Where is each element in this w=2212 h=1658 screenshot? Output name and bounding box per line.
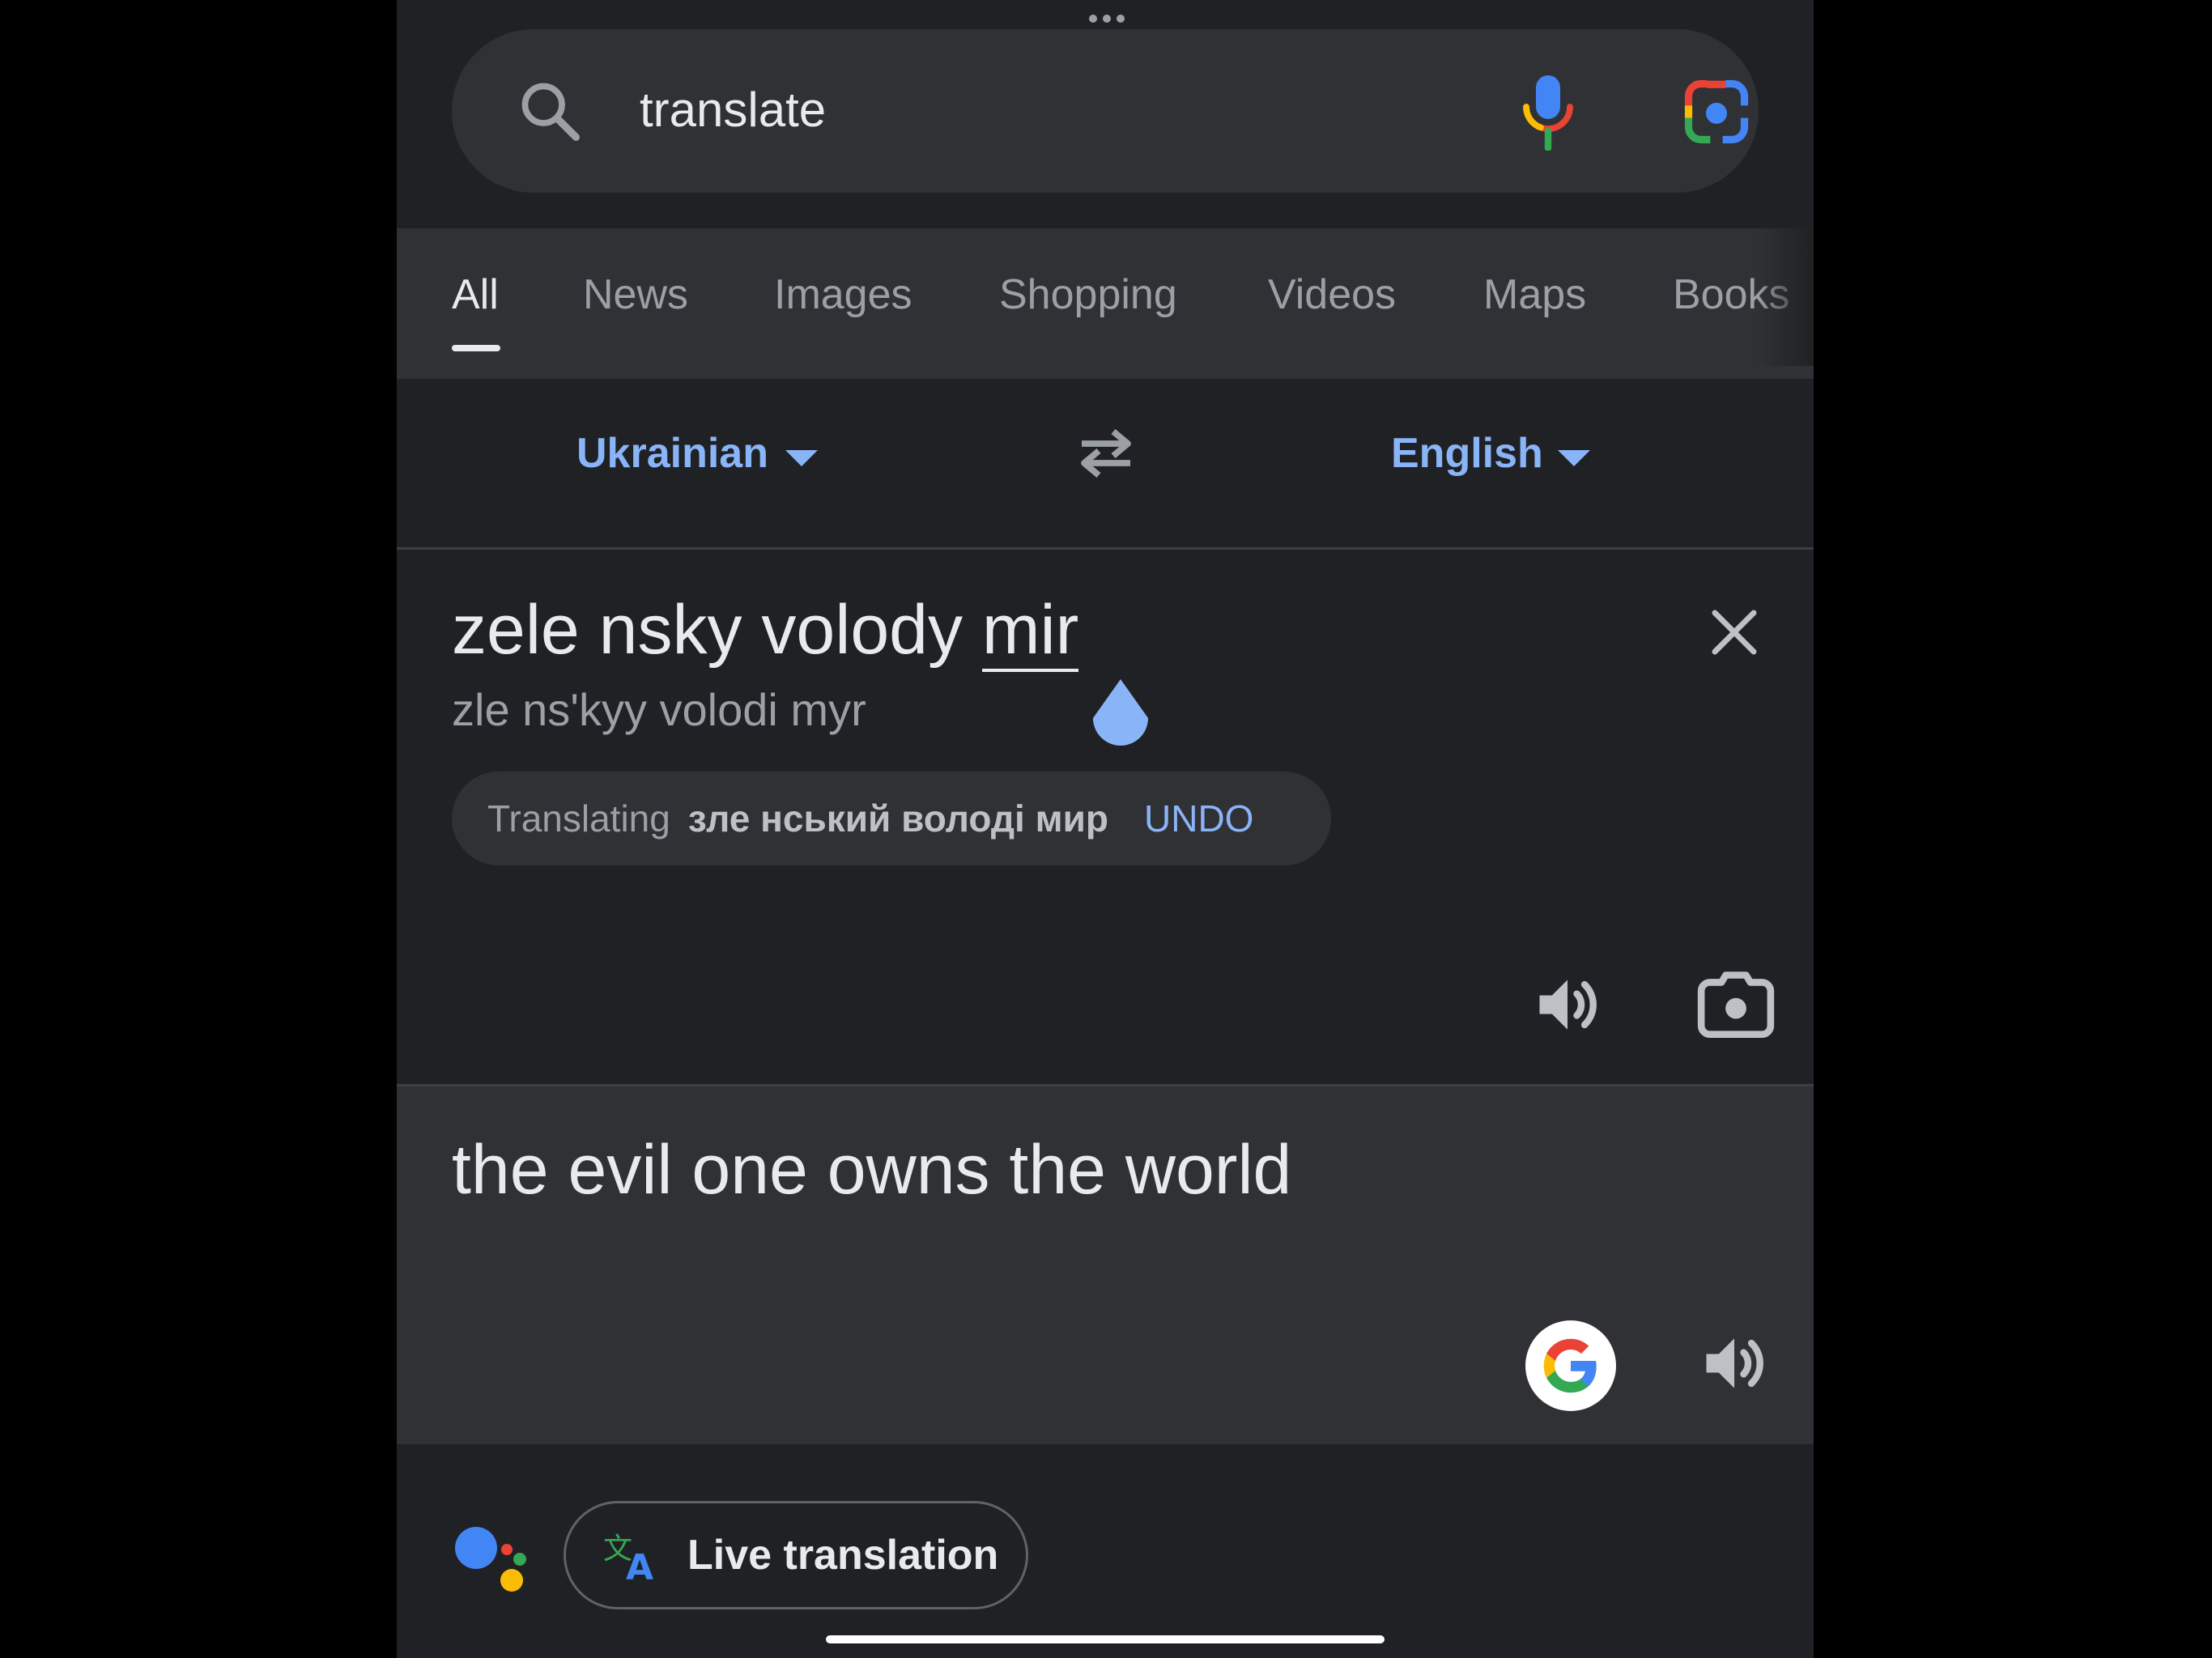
search-tabs: All News Images Shopping Videos Maps Boo… <box>397 228 1814 379</box>
translating-label: Translating <box>487 797 670 840</box>
google-lens-icon[interactable] <box>1679 74 1754 149</box>
result-panel: the evil one owns the world <box>397 1084 1814 1447</box>
bottom-bar: 文 A Live translation <box>397 1444 1814 1658</box>
translating-query: зле нський володі мир <box>687 797 1108 840</box>
chevron-down-icon[interactable] <box>785 450 818 466</box>
translating-suggestion-chip: Translating зле нський володі мир UNDO <box>452 772 1331 865</box>
close-icon[interactable] <box>1708 606 1760 658</box>
source-text-unselected[interactable]: zele nsky volody <box>452 591 982 669</box>
swap-arrows-icon[interactable] <box>1072 424 1140 483</box>
svg-text:A: A <box>626 1547 653 1583</box>
active-tab-indicator <box>452 345 500 351</box>
text-cursor-handle-icon[interactable] <box>1087 676 1155 760</box>
camera-icon[interactable] <box>1695 969 1776 1042</box>
search-input[interactable]: translate <box>640 86 826 134</box>
tab-videos[interactable]: Videos <box>1268 274 1396 316</box>
live-translation-label: Live translation <box>687 1532 999 1579</box>
tab-shopping[interactable]: Shopping <box>999 274 1177 316</box>
translate-icon: 文 A <box>603 1533 653 1583</box>
chevron-down-icon[interactable] <box>1558 450 1590 466</box>
tab-maps[interactable]: Maps <box>1483 274 1586 316</box>
window-grabber[interactable] <box>1089 15 1125 24</box>
tabs-fade <box>1757 228 1814 366</box>
speaker-icon[interactable] <box>1697 1326 1772 1401</box>
language-bar: Ukrainian English <box>397 379 1814 550</box>
google-assistant-icon[interactable] <box>453 1520 534 1593</box>
search-icon[interactable] <box>517 78 585 146</box>
speaker-icon[interactable] <box>1530 967 1605 1042</box>
translation-result: the evil one owns the world <box>452 1131 1292 1209</box>
google-badge[interactable] <box>1525 1320 1616 1411</box>
source-text-input[interactable]: zele nsky volody mir <box>452 591 1079 672</box>
source-text-selected[interactable]: mir <box>981 591 1079 672</box>
source-language-select[interactable]: Ukrainian <box>576 432 768 474</box>
google-g-icon <box>1543 1338 1597 1393</box>
home-indicator[interactable] <box>826 1635 1385 1643</box>
target-language-select[interactable]: English <box>1391 432 1543 474</box>
live-translation-button[interactable]: 文 A Live translation <box>564 1501 1028 1609</box>
transliteration: zle nsʹkyy volodi myr <box>452 684 866 735</box>
source-panel: zele nsky volody mir zle nsʹkyy volodi m… <box>397 550 1814 1084</box>
tab-images[interactable]: Images <box>774 274 912 316</box>
search-bar[interactable]: translate <box>452 29 1759 193</box>
tab-news[interactable]: News <box>583 274 688 316</box>
tab-all[interactable]: All <box>452 274 499 316</box>
google-search-app: translate All News Images Shopping Video… <box>397 0 1814 1658</box>
undo-button[interactable]: UNDO <box>1144 797 1253 840</box>
microphone-icon[interactable] <box>1519 73 1577 151</box>
